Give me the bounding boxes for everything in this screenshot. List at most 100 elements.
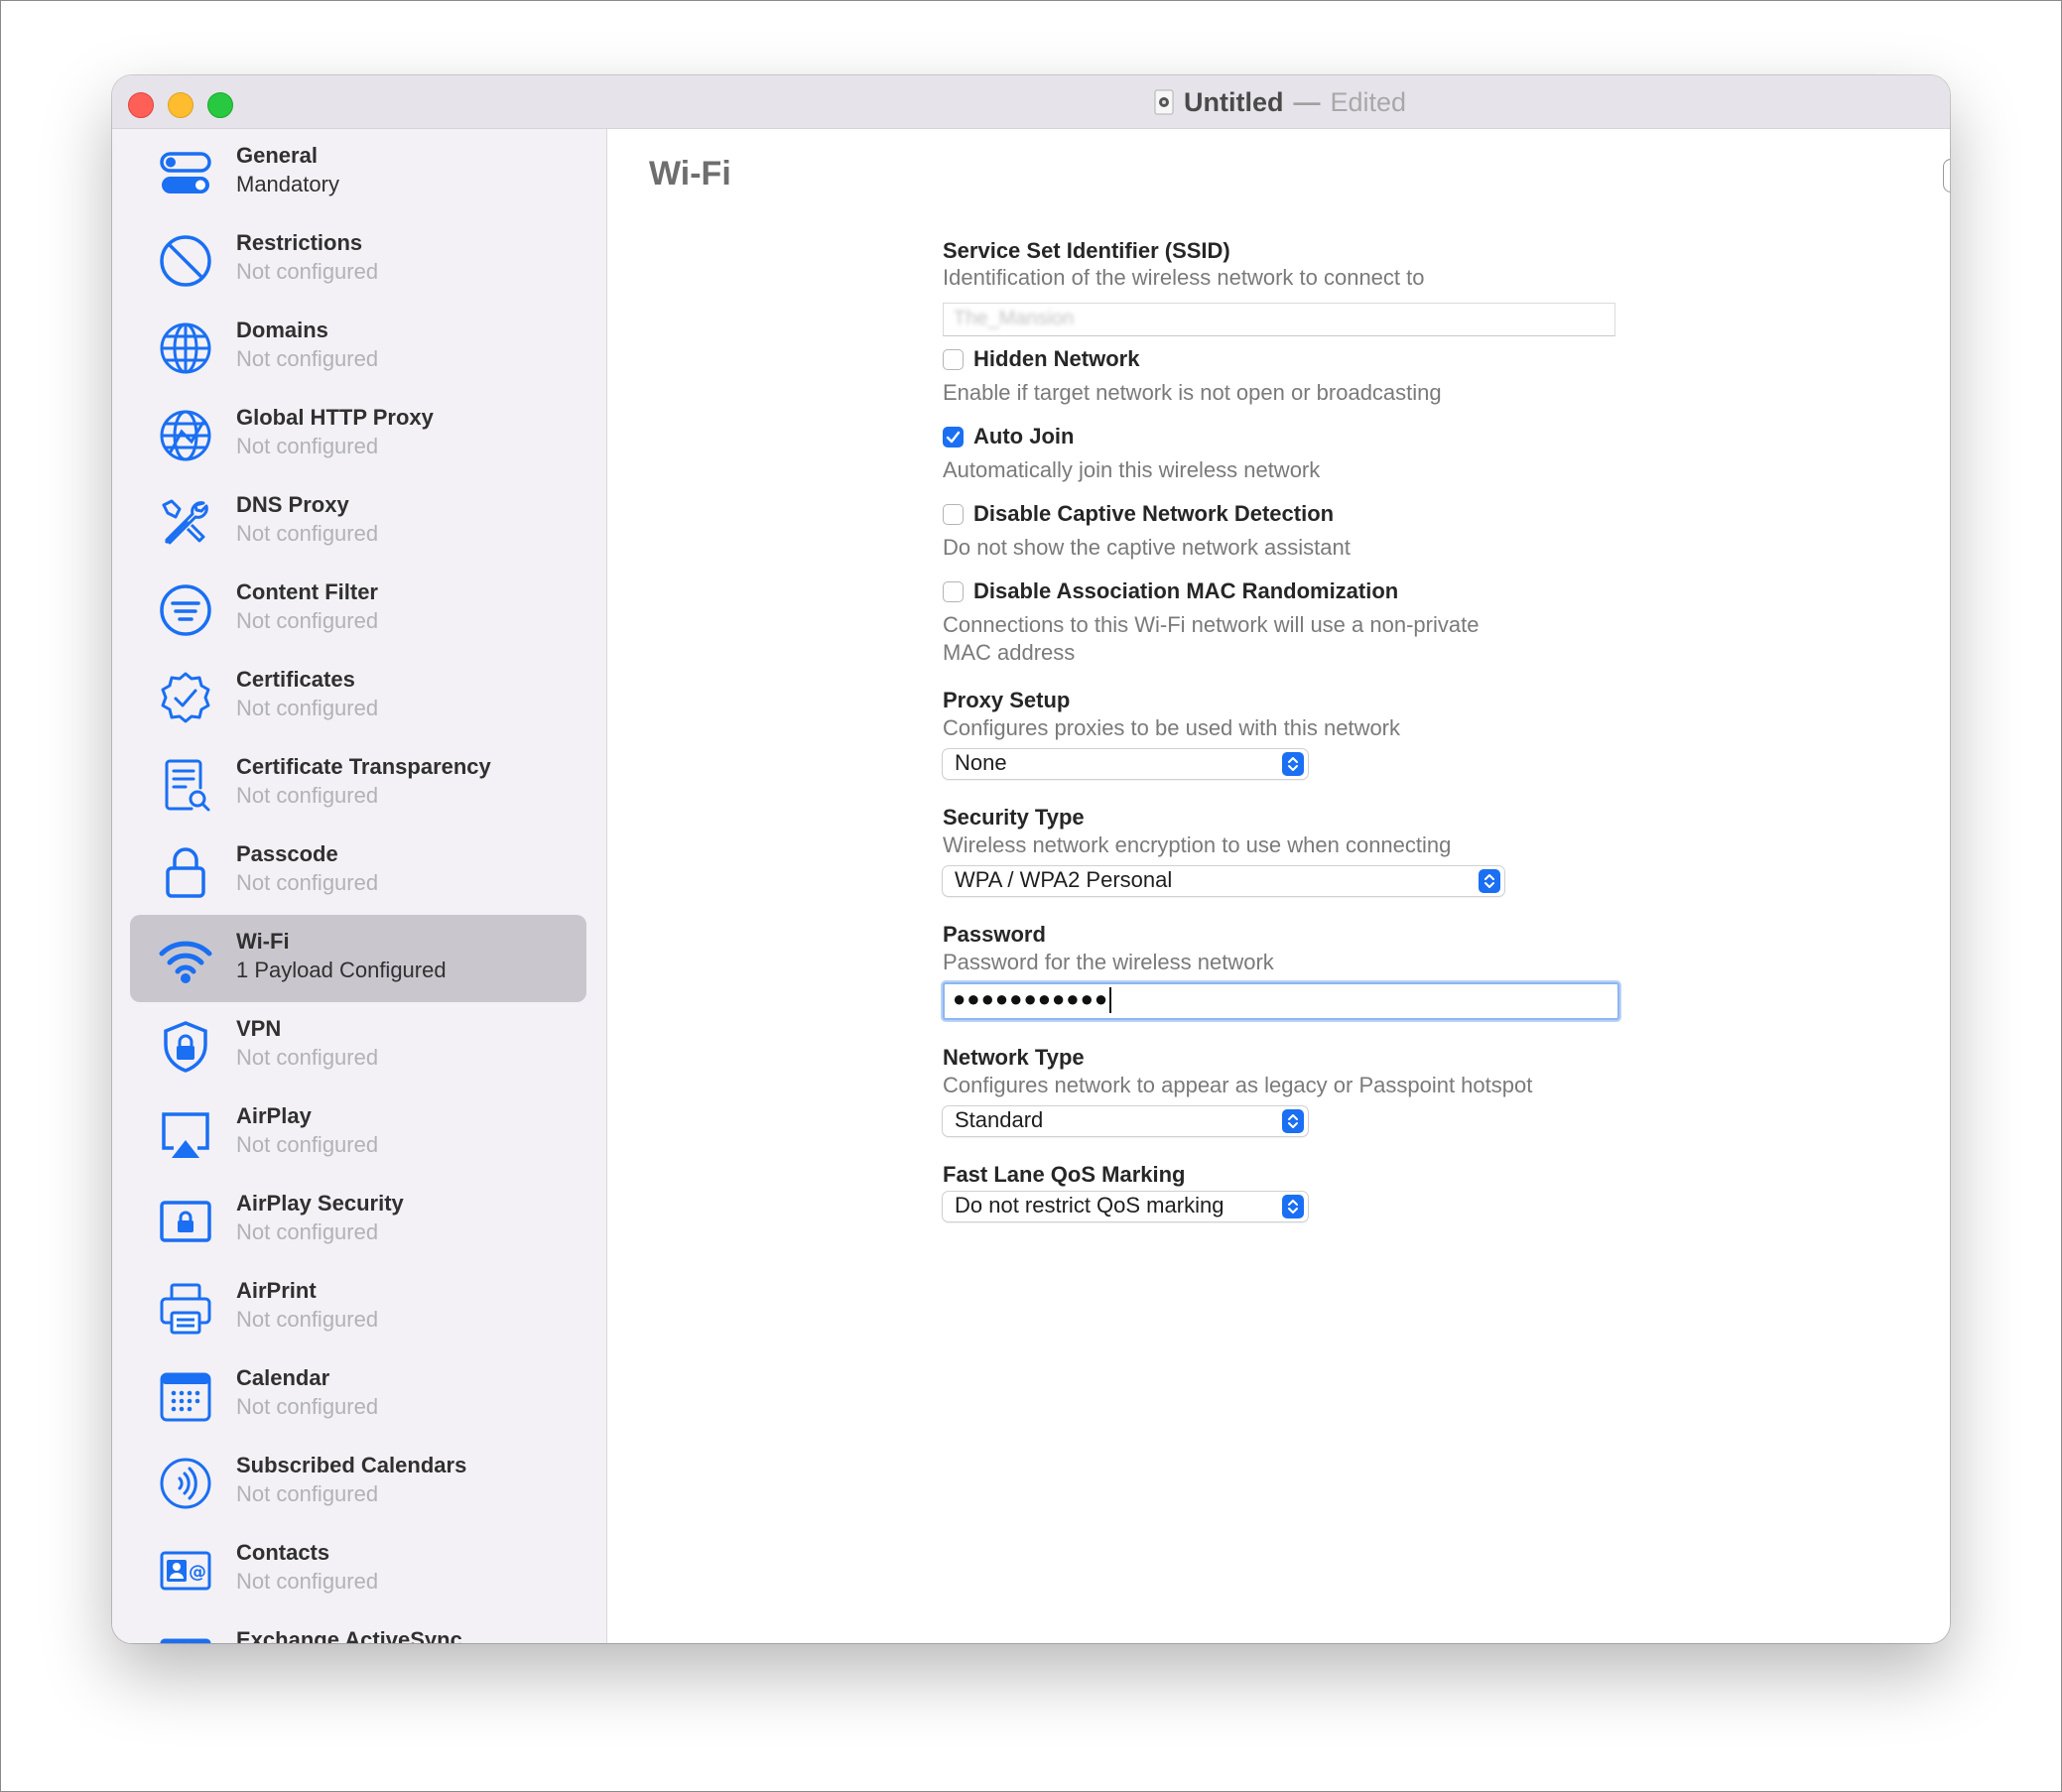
sidebar-item-title: AirPlay Security <box>236 1191 404 1216</box>
checkbox-label: Auto Join <box>973 424 1075 448</box>
sidebar-item-domains[interactable]: Domains Not configured <box>130 304 586 391</box>
network-type-label: Network Type <box>943 1045 1085 1070</box>
sidebar-item-title: AirPrint <box>236 1278 317 1303</box>
sidebar-item-status: Not configured <box>236 1481 379 1506</box>
sidebar-item-status: Mandatory <box>236 172 339 196</box>
captive-description: Do not show the captive network assistan… <box>943 535 1351 560</box>
security-type-popup[interactable]: WPA / WPA2 Personal <box>943 866 1504 896</box>
qos-marking-label: Fast Lane QoS Marking <box>943 1162 1186 1187</box>
zoom-window-button[interactable] <box>207 92 233 118</box>
sidebar-item-status: Not configured <box>236 1045 379 1070</box>
mac-randomization-description-line2: MAC address <box>943 640 1076 665</box>
window-title: Untitled — Edited <box>1154 85 1406 119</box>
globe-icon <box>158 320 213 376</box>
sidebar-item-passcode[interactable]: Passcode Not configured <box>130 828 586 915</box>
popup-chevrons-icon <box>1282 1195 1304 1218</box>
checkmark-icon <box>946 431 961 443</box>
sidebar-item-wifi[interactable]: Wi-Fi 1 Payload Configured <box>130 915 586 1002</box>
tools-icon <box>158 495 213 551</box>
title-bar[interactable]: Untitled — Edited <box>112 75 1950 129</box>
prohibited-icon <box>158 233 213 289</box>
proxy-setup-popup[interactable]: None <box>943 749 1308 779</box>
popup-chevrons-icon <box>1282 752 1304 776</box>
password-description: Password for the wireless network <box>943 950 1274 974</box>
popup-chevrons-icon <box>1479 869 1500 893</box>
sidebar-item-title: Global HTTP Proxy <box>236 405 434 430</box>
sidebar-item-general[interactable]: General Mandatory <box>130 129 586 216</box>
checkbox-box[interactable] <box>943 348 964 370</box>
sidebar-item-status: Not configured <box>236 1394 379 1419</box>
proxy-setup-label: Proxy Setup <box>943 688 1071 712</box>
text-caret <box>1109 987 1112 1014</box>
filter-lines-icon <box>158 582 213 638</box>
checkbox-label: Hidden Network <box>973 346 1140 371</box>
sidebar-item-title: VPN <box>236 1016 282 1041</box>
popup-chevrons-icon <box>1282 1109 1304 1133</box>
title-separator: — <box>1293 86 1321 117</box>
globe-network-icon <box>158 408 213 463</box>
sidebar-item-status: Not configured <box>236 259 379 284</box>
sidebar-item-status: Not configured <box>236 1569 379 1594</box>
ssid-description: Identification of the wireless network t… <box>943 265 1425 290</box>
sidebar-item-title: DNS Proxy <box>236 492 349 517</box>
hidden-network-checkbox[interactable]: Hidden Network <box>943 345 1139 373</box>
sidebar-item-status: Not configured <box>236 346 379 371</box>
qos-marking-popup[interactable]: Do not restrict QoS marking <box>943 1192 1308 1221</box>
sidebar-item-airplay[interactable]: AirPlay Not configured <box>130 1089 586 1177</box>
sidebar-item-calendar[interactable]: Calendar Not configured <box>130 1351 586 1439</box>
payload-sidebar[interactable]: General Mandatory Restrictions Not confi… <box>112 129 607 1643</box>
sidebar-item-status: Not configured <box>236 1132 379 1157</box>
sidebar-item-title: General <box>236 143 318 168</box>
disable-captive-detection-checkbox[interactable]: Disable Captive Network Detection <box>943 500 1334 528</box>
password-field[interactable]: ●●●●●●●●●●● <box>943 982 1619 1020</box>
sidebar-item-airplay-security[interactable]: AirPlay Security Not configured <box>130 1177 586 1264</box>
airplay-icon <box>158 1106 213 1162</box>
sidebar-item-subscribed-calendars[interactable]: Subscribed Calendars Not configured <box>130 1439 586 1526</box>
sidebar-item-title: Calendar <box>236 1365 330 1390</box>
sidebar-item-status: Not configured <box>236 434 379 458</box>
sidebar-item-certificates[interactable]: Certificates Not configured <box>130 653 586 740</box>
sidebar-item-status: Not configured <box>236 783 379 808</box>
checkbox-box[interactable] <box>943 426 964 448</box>
minimize-window-button[interactable] <box>168 92 193 118</box>
checkbox-box[interactable] <box>943 580 964 602</box>
password-label: Password <box>943 922 1046 947</box>
sidebar-item-title: Domains <box>236 318 328 342</box>
security-type-label: Security Type <box>943 805 1085 830</box>
document-proxy-icon[interactable] <box>1154 89 1174 115</box>
checkmark-seal-icon <box>158 670 213 725</box>
sidebar-item-content-filter[interactable]: Content Filter Not configured <box>130 566 586 653</box>
calendar-icon <box>158 1368 213 1424</box>
sidebar-item-global-http-proxy[interactable]: Global HTTP Proxy Not configured <box>130 391 586 478</box>
network-type-popup[interactable]: Standard <box>943 1106 1308 1136</box>
checkbox-box[interactable] <box>943 503 964 525</box>
sidebar-item-status: Not configured <box>236 696 379 720</box>
sidebar-item-dns-proxy[interactable]: DNS Proxy Not configured <box>130 478 586 566</box>
window-title-text: Untitled <box>1184 86 1284 117</box>
contact-card-icon: @ <box>158 1543 213 1599</box>
sidebar-item-airprint[interactable]: AirPrint Not configured <box>130 1264 586 1351</box>
remove-payload-button[interactable]: − <box>1943 159 1950 192</box>
broadcast-icon <box>158 1456 213 1511</box>
screen-lock-icon <box>158 1194 213 1249</box>
auto-join-checkbox[interactable]: Auto Join <box>943 423 1074 450</box>
sidebar-item-vpn[interactable]: VPN Not configured <box>130 1002 586 1089</box>
sidebar-item-certificate-transparency[interactable]: Certificate Transparency Not configured <box>130 740 586 828</box>
payload-editor: Wi-Fi − + Service Set Identifier (SSID) … <box>607 129 1950 1643</box>
sidebar-item-status: Not configured <box>236 1307 379 1332</box>
close-window-button[interactable] <box>128 92 154 118</box>
sidebar-item-title: Contacts <box>236 1540 330 1565</box>
ssid-field[interactable]: The_Mansion <box>943 303 1615 336</box>
sidebar-item-title: Certificates <box>236 667 355 692</box>
sidebar-item-title: Content Filter <box>236 579 378 604</box>
app-window: Untitled — Edited General Mandatory Rest… <box>112 75 1950 1643</box>
sidebar-item-contacts[interactable]: @ Contacts Not configured <box>130 1526 586 1613</box>
exchange-icon <box>158 1630 213 1643</box>
sidebar-item-restrictions[interactable]: Restrictions Not configured <box>130 216 586 304</box>
sidebar-item-exchange-activesync[interactable]: Exchange ActiveSync <box>130 1613 586 1643</box>
edited-status: Edited <box>1330 86 1407 117</box>
disable-mac-randomization-checkbox[interactable]: Disable Association MAC Randomization <box>943 577 1398 605</box>
network-type-description: Configures network to appear as legacy o… <box>943 1073 1533 1097</box>
proxy-setup-description: Configures proxies to be used with this … <box>943 715 1401 740</box>
sidebar-item-status: Not configured <box>236 870 379 895</box>
